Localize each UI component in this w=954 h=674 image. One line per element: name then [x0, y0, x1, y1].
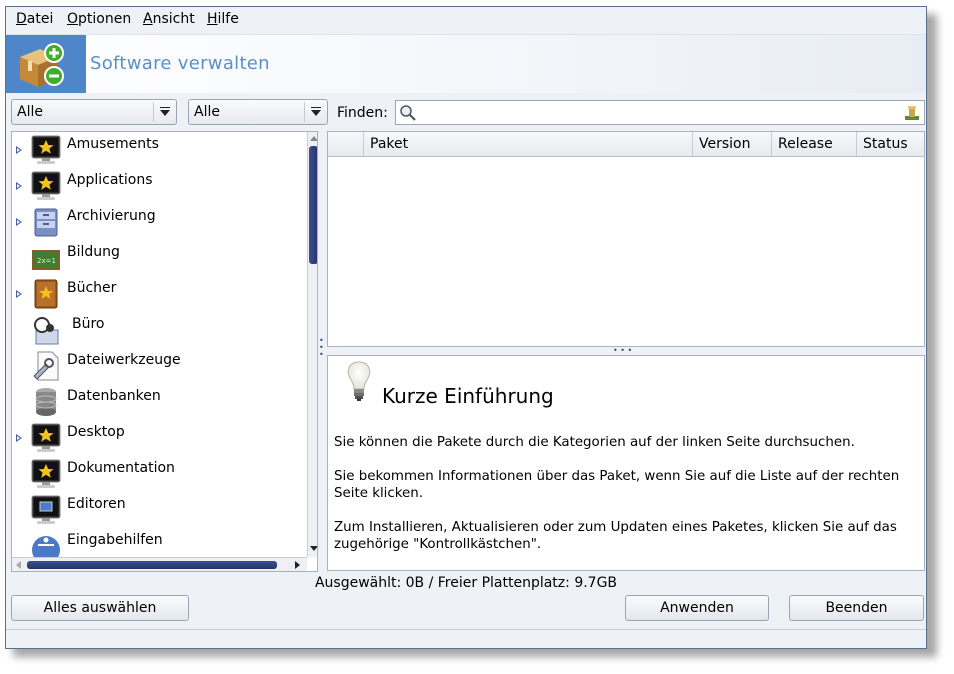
select-all-button[interactable]: Alles auswählen [11, 595, 189, 621]
main-window: Datei Optionen Ansicht Hilfe Software ve… [5, 6, 927, 649]
list-item[interactable]: Amusements [12, 132, 302, 168]
status-bar-divider [6, 629, 926, 630]
status-text: Ausgewählt: 0B / Freier Plattenplatz: 9.… [314, 575, 618, 591]
vertical-splitter-handle[interactable]: • • • [319, 337, 324, 359]
info-paragraph-2b: Seite klicken. [334, 486, 424, 501]
list-item[interactable]: Desktop [12, 420, 302, 456]
list-item-label: Bücher [67, 280, 117, 296]
quit-button[interactable]: Beenden [789, 595, 924, 621]
scroll-left-icon[interactable] [14, 559, 24, 571]
scroll-right-icon[interactable] [292, 559, 302, 571]
column-version[interactable]: Version [692, 132, 771, 156]
svg-text:2x=1: 2x=1 [37, 257, 56, 265]
expand-arrow-icon[interactable] [16, 290, 22, 298]
list-item-label: Desktop [67, 424, 125, 440]
table-header: Paket Version Release Status [328, 132, 924, 157]
menu-datei[interactable]: Datei [16, 11, 53, 27]
monitor-star-icon [30, 170, 62, 202]
info-paragraph-3a: Zum Installieren, Aktualisieren oder zum… [334, 520, 897, 535]
horizontal-splitter-handle[interactable]: • • • [613, 346, 632, 355]
clear-search-icon[interactable] [903, 104, 921, 122]
scrollbar-thumb[interactable] [27, 561, 277, 569]
list-item-label: Datenbanken [67, 388, 161, 404]
monitor-star-icon [30, 134, 62, 166]
menu-hilfe[interactable]: Hilfe [207, 11, 239, 27]
file-cabinet-icon [30, 206, 62, 238]
info-title: Kurze Einführung [382, 384, 554, 408]
database-icon [30, 386, 62, 418]
info-paragraph-1: Sie können die Pakete durch die Kategori… [334, 435, 855, 450]
filter-left-value: Alle [17, 104, 43, 120]
scroll-up-icon[interactable] [308, 132, 318, 145]
scrollbar-thumb[interactable] [309, 146, 317, 264]
banner: Software verwalten [6, 34, 926, 93]
category-tree[interactable]: Eingabehilfen Editoren Dokumentation Deskto… [11, 131, 318, 572]
expand-arrow-icon[interactable] [16, 434, 22, 442]
lightbulb-icon [347, 361, 371, 401]
menu-optionen[interactable]: Optionen [67, 11, 131, 27]
tree-horizontal-scrollbar[interactable] [12, 557, 307, 571]
column-checkbox[interactable] [328, 132, 363, 156]
list-item[interactable]: Dokumentation [12, 456, 302, 492]
expand-arrow-icon[interactable] [16, 218, 22, 226]
package-table[interactable]: Paket Version Release Status [327, 131, 925, 347]
book-star-icon [30, 278, 62, 310]
list-item-label: Dokumentation [67, 460, 175, 476]
package-manager-icon [6, 35, 86, 93]
list-item-label: Bildung [67, 244, 120, 260]
info-panel: Kurze Einführung Sie können die Pakete d… [327, 355, 925, 571]
scroll-down-icon[interactable] [308, 542, 318, 555]
column-paket[interactable]: Paket [363, 132, 692, 156]
page-title: Software verwalten [90, 53, 270, 74]
list-item[interactable]: Datenbanken [12, 384, 302, 420]
list-item-label: Archivierung [67, 208, 156, 224]
list-item-label: Editoren [67, 496, 126, 512]
search-icon [400, 105, 416, 121]
expand-arrow-icon[interactable] [16, 182, 22, 190]
list-item-label: Dateiwerkzeuge [67, 352, 181, 368]
list-item[interactable]: Bücher [12, 276, 302, 312]
list-item-label: Amusements [67, 136, 159, 152]
monitor-star-icon [30, 458, 62, 490]
list-item[interactable]: Archivierung [12, 204, 302, 240]
filter-right-value: Alle [194, 104, 220, 120]
list-item[interactable]: 2x=1 Bildung [12, 240, 302, 276]
expand-arrow-icon[interactable] [16, 146, 22, 154]
chevron-down-icon [153, 102, 176, 122]
list-item-label: Eingabehilfen [67, 532, 163, 548]
apply-button[interactable]: Anwenden [625, 595, 769, 621]
column-release[interactable]: Release [771, 132, 856, 156]
filter-select-left[interactable]: Alle [11, 99, 177, 125]
tree-vertical-scrollbar[interactable] [307, 132, 318, 557]
search-label: Finden: [337, 105, 388, 121]
list-item-label: Applications [67, 172, 153, 188]
chevron-down-icon [304, 102, 327, 122]
column-status[interactable]: Status [856, 132, 926, 156]
file-tools-icon [30, 350, 62, 382]
info-paragraph-2a: Sie bekommen Informationen über das Pake… [334, 469, 900, 484]
list-item[interactable]: Applications [12, 168, 302, 204]
monitor-icon [30, 494, 62, 526]
list-item[interactable]: Büro [12, 312, 302, 348]
filter-select-right[interactable]: Alle [188, 99, 328, 125]
menu-ansicht[interactable]: Ansicht [143, 11, 195, 27]
menu-bar: Datei Optionen Ansicht Hilfe [6, 7, 926, 33]
list-item-label: Büro [72, 316, 105, 332]
search-input[interactable] [395, 100, 925, 125]
chalkboard-icon: 2x=1 [30, 242, 62, 274]
list-item[interactable]: Editoren [12, 492, 302, 528]
info-paragraph-3b: zugehörige "Kontrollkästchen". [334, 537, 542, 552]
office-icon [30, 314, 62, 346]
monitor-star-icon [30, 422, 62, 454]
list-item[interactable]: Dateiwerkzeuge [12, 348, 302, 384]
